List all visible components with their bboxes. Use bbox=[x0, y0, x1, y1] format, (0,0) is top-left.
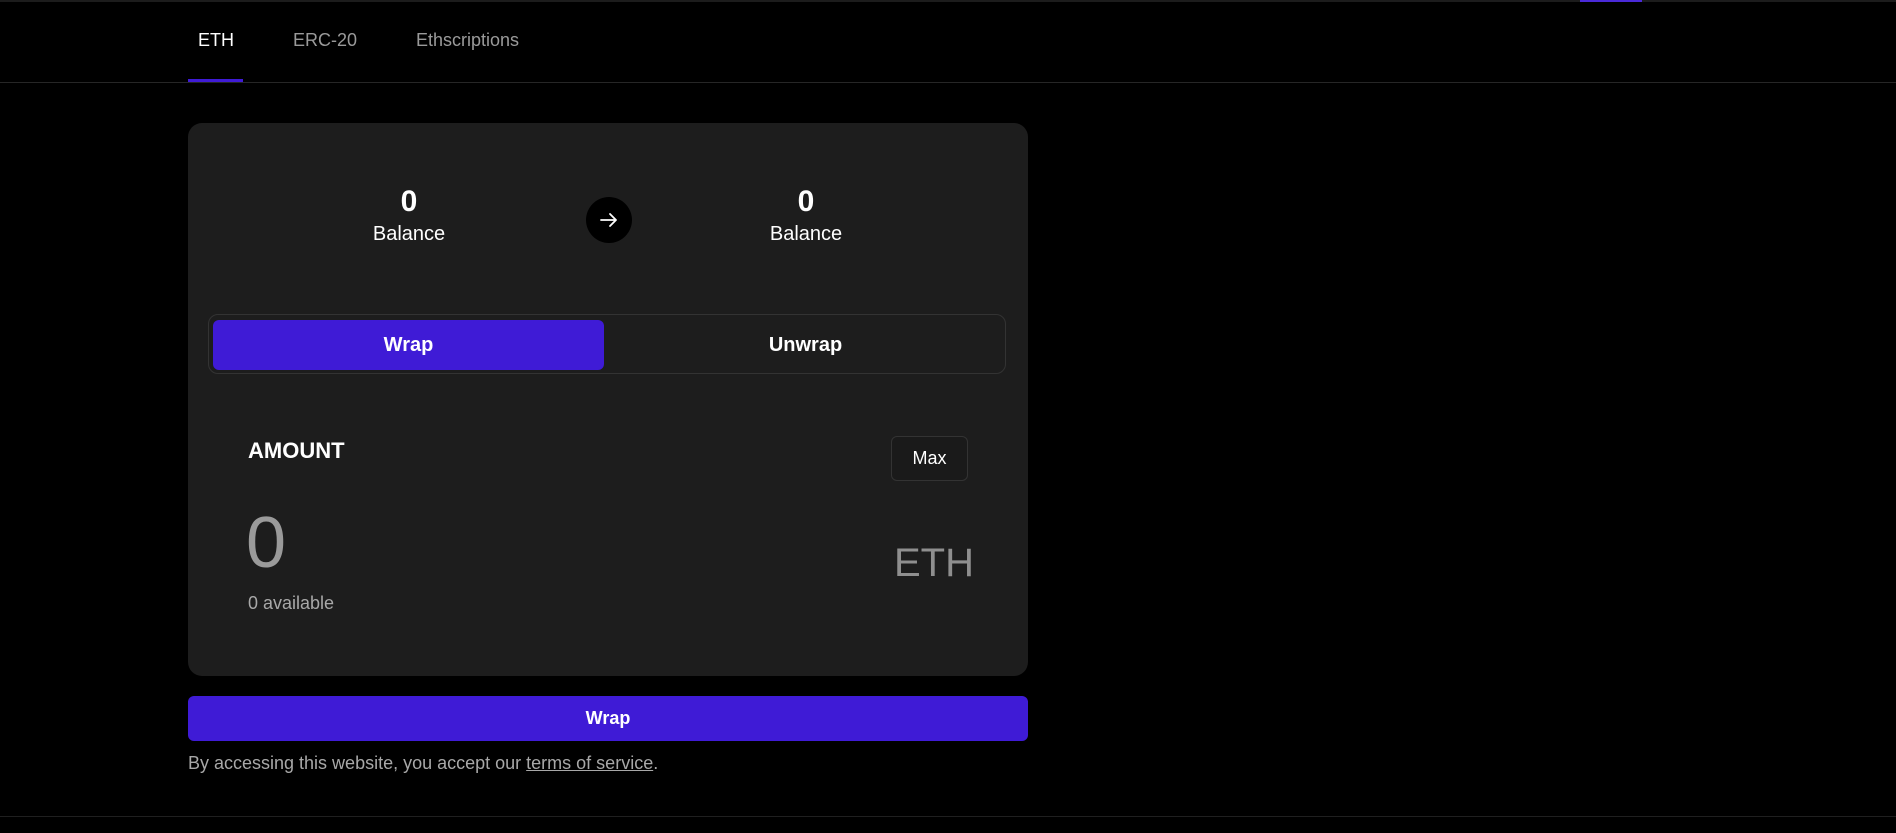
from-balance-label: Balance bbox=[372, 223, 446, 245]
wrap-unwrap-toggle: Wrap Unwrap bbox=[208, 314, 1006, 374]
terms-prefix: By accessing this website, you accept ou… bbox=[188, 753, 527, 773]
from-balance-value: 0 bbox=[400, 185, 418, 218]
max-button[interactable]: Max bbox=[891, 436, 968, 481]
amount-label: AMOUNT bbox=[248, 438, 345, 463]
wrap-card: 0 Balance 0 Balance Wrap Unwrap AMOUNT M… bbox=[188, 123, 1028, 676]
tab-ethscriptions[interactable]: Ethscriptions bbox=[416, 30, 519, 51]
to-balance-label: Balance bbox=[769, 223, 843, 245]
from-balance: 0 Balance bbox=[339, 186, 479, 247]
toggle-wrap-option[interactable]: Wrap bbox=[213, 320, 604, 370]
tab-eth[interactable]: ETH bbox=[198, 30, 234, 51]
to-balance: 0 Balance bbox=[736, 186, 876, 247]
tab-erc20[interactable]: ERC-20 bbox=[293, 30, 357, 51]
terms-notice: By accessing this website, you accept ou… bbox=[188, 753, 658, 774]
terms-suffix: . bbox=[653, 753, 659, 773]
bottom-divider bbox=[0, 816, 1896, 817]
amount-input[interactable]: 0 bbox=[246, 503, 646, 583]
wrap-submit-button[interactable]: Wrap bbox=[188, 696, 1028, 741]
available-balance: 0 available bbox=[248, 593, 335, 613]
toggle-unwrap-option[interactable]: Unwrap bbox=[610, 320, 1001, 370]
to-balance-value: 0 bbox=[797, 185, 815, 218]
arrow-right-icon bbox=[586, 197, 632, 243]
terms-of-service-link[interactable]: terms of service bbox=[526, 753, 653, 773]
active-tab-indicator bbox=[188, 79, 243, 82]
currency-label: ETH bbox=[894, 541, 974, 585]
asset-tabs: ETH ERC-20 Ethscriptions bbox=[0, 0, 1896, 83]
